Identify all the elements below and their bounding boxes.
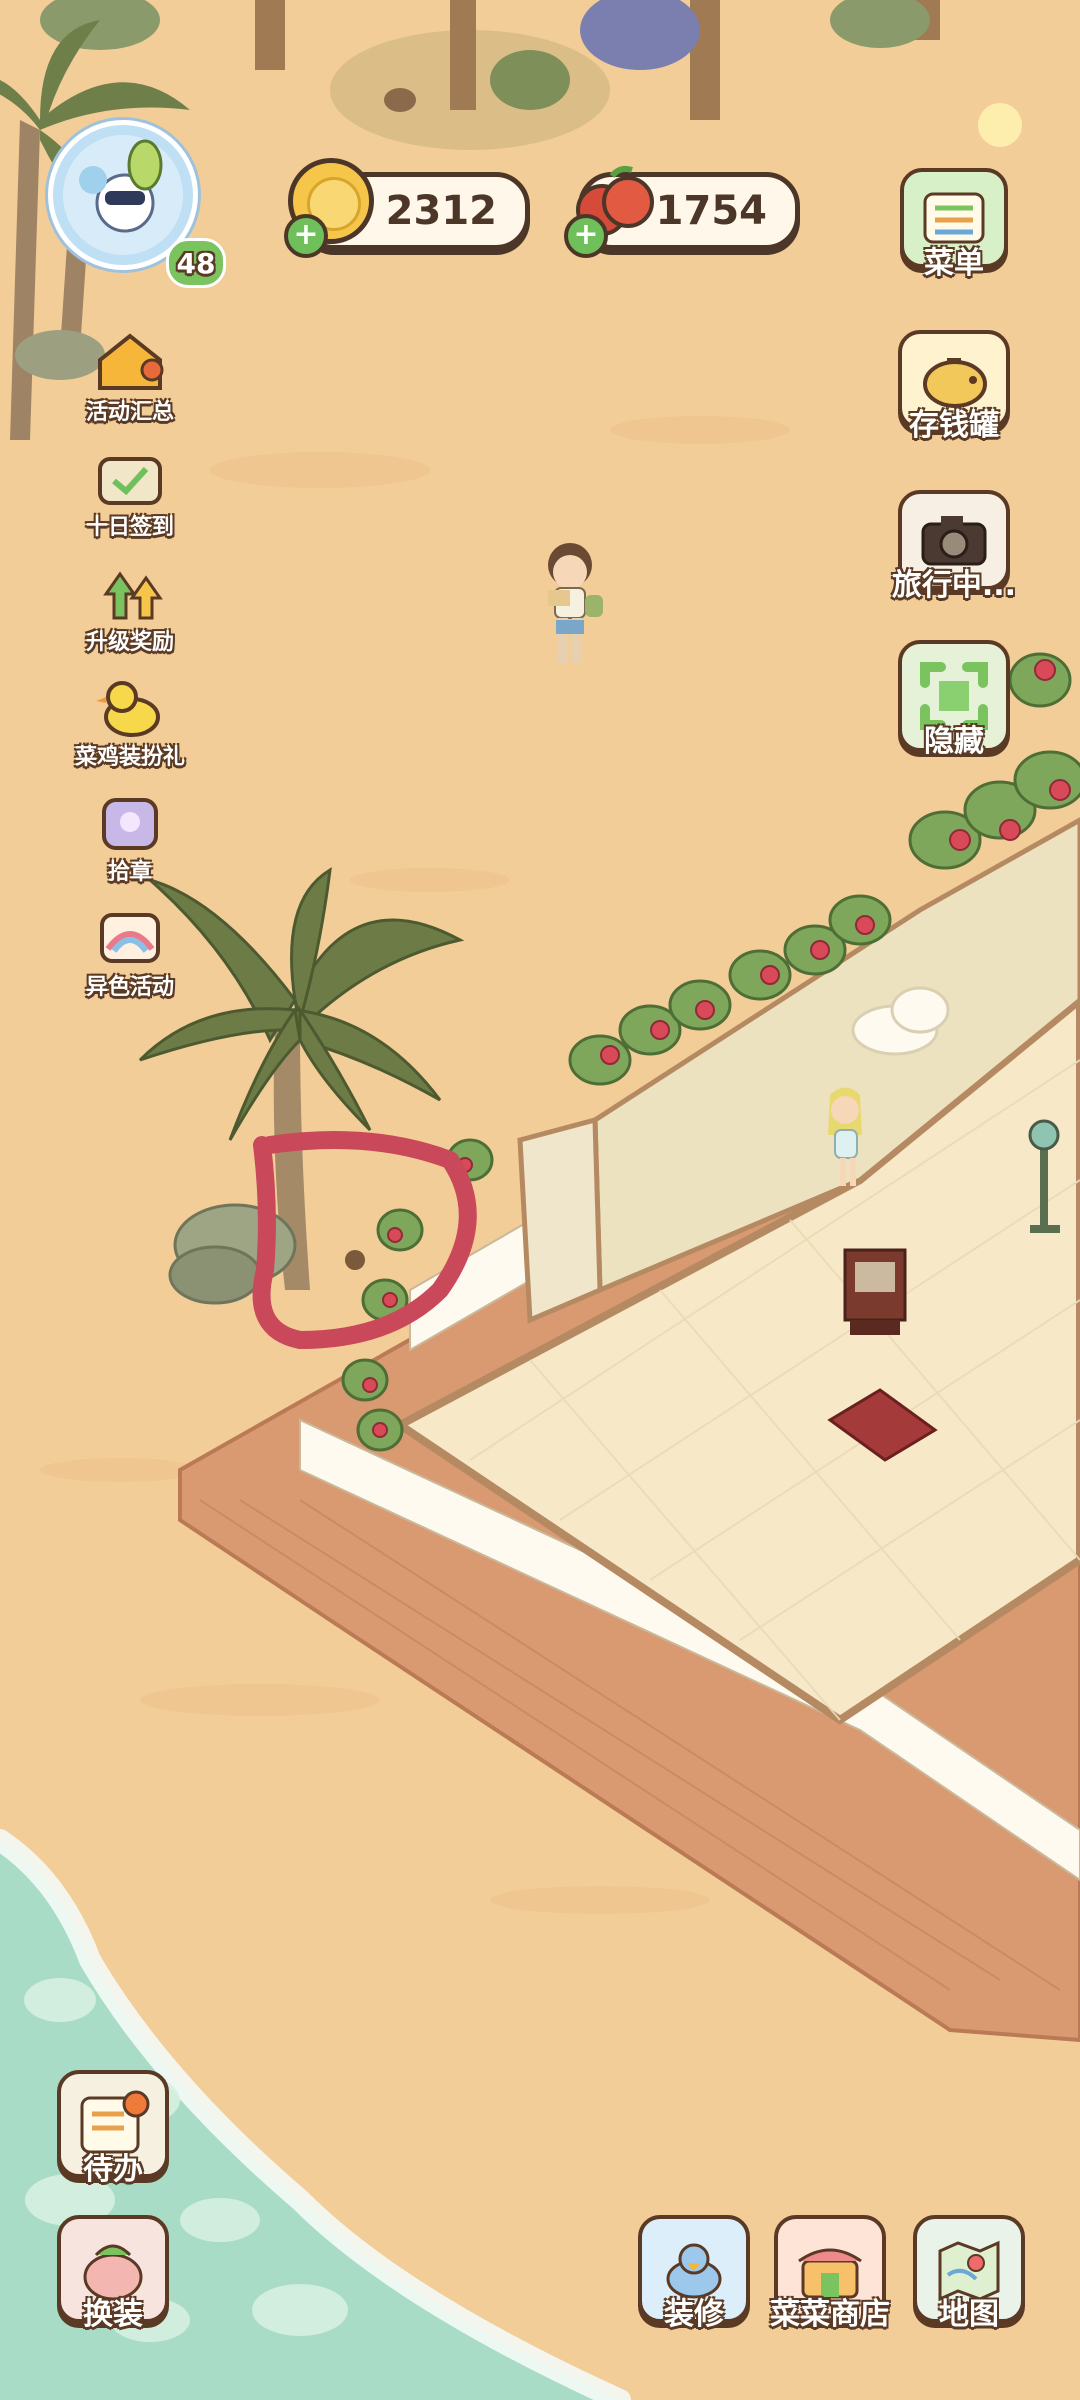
left-menu-stamp[interactable]: 拾章 <box>80 790 180 886</box>
left-menu-rookie-dressup[interactable]: 菜鸡装扮礼 <box>70 675 190 771</box>
right-menu-menu[interactable]: 菜单 <box>895 168 1013 282</box>
level-value: 48 <box>176 246 216 280</box>
left-menu-label: 活动汇总 <box>85 400 174 425</box>
coin-amount: 2312 <box>385 188 497 234</box>
player-avatar[interactable]: 48 <box>48 120 226 288</box>
right-menu-label: 旅行中... <box>891 568 1017 603</box>
right-menu-hide[interactable]: 隐藏 <box>890 640 1018 760</box>
bottom-label: 装修 <box>664 2297 724 2332</box>
rainbow-card-icon <box>92 905 168 969</box>
level-up-arrows-icon <box>92 560 168 624</box>
bottom-shop-button[interactable]: 菜菜商店 <box>760 2215 900 2333</box>
left-menu-label: 十日签到 <box>85 515 174 540</box>
left-menu-ten-day-checkin[interactable]: 十日签到 <box>80 445 180 541</box>
left-menu-variant-event[interactable]: 异色活动 <box>80 905 180 1001</box>
left-menu-label: 异色活动 <box>85 975 174 1000</box>
stamp-bag-icon <box>92 790 168 854</box>
left-menu-label: 升级奖励 <box>85 630 174 655</box>
add-food-button[interactable]: + <box>564 214 608 258</box>
right-menu-traveling[interactable]: 旅行中... <box>885 490 1023 604</box>
right-menu-label: 存钱罐 <box>909 408 999 443</box>
yellow-duck-icon <box>92 675 168 739</box>
bottom-dressup-button[interactable]: 换装 <box>57 2215 169 2333</box>
left-menu-level-reward[interactable]: 升级奖励 <box>80 560 180 656</box>
right-menu-label: 菜单 <box>924 246 984 281</box>
bottom-decorate-button[interactable]: 装修 <box>635 2215 753 2333</box>
left-menu-activity-summary[interactable]: 活动汇总 <box>80 330 180 426</box>
food-amount: 1754 <box>655 188 767 234</box>
bottom-label: 换装 <box>83 2297 143 2332</box>
bottom-label: 待办 <box>83 2152 143 2187</box>
right-menu-piggy-bank[interactable]: 存钱罐 <box>890 330 1018 444</box>
level-badge: 48 <box>166 238 226 288</box>
bottom-label: 菜菜商店 <box>770 2297 890 2332</box>
bottom-todo-button[interactable]: 待办 <box>57 2070 169 2188</box>
house-event-icon <box>92 330 168 394</box>
cabinet-furniture <box>843 1248 907 1335</box>
bottom-label: 地图 <box>939 2297 999 2332</box>
checkin-basket-icon <box>92 445 168 509</box>
bottom-map-button[interactable]: 地图 <box>910 2215 1028 2333</box>
add-coins-button[interactable]: + <box>284 214 328 258</box>
left-menu-label: 拾章 <box>107 860 152 885</box>
right-menu-label: 隐藏 <box>924 724 984 759</box>
left-menu-label: 菜鸡装扮礼 <box>74 745 185 770</box>
